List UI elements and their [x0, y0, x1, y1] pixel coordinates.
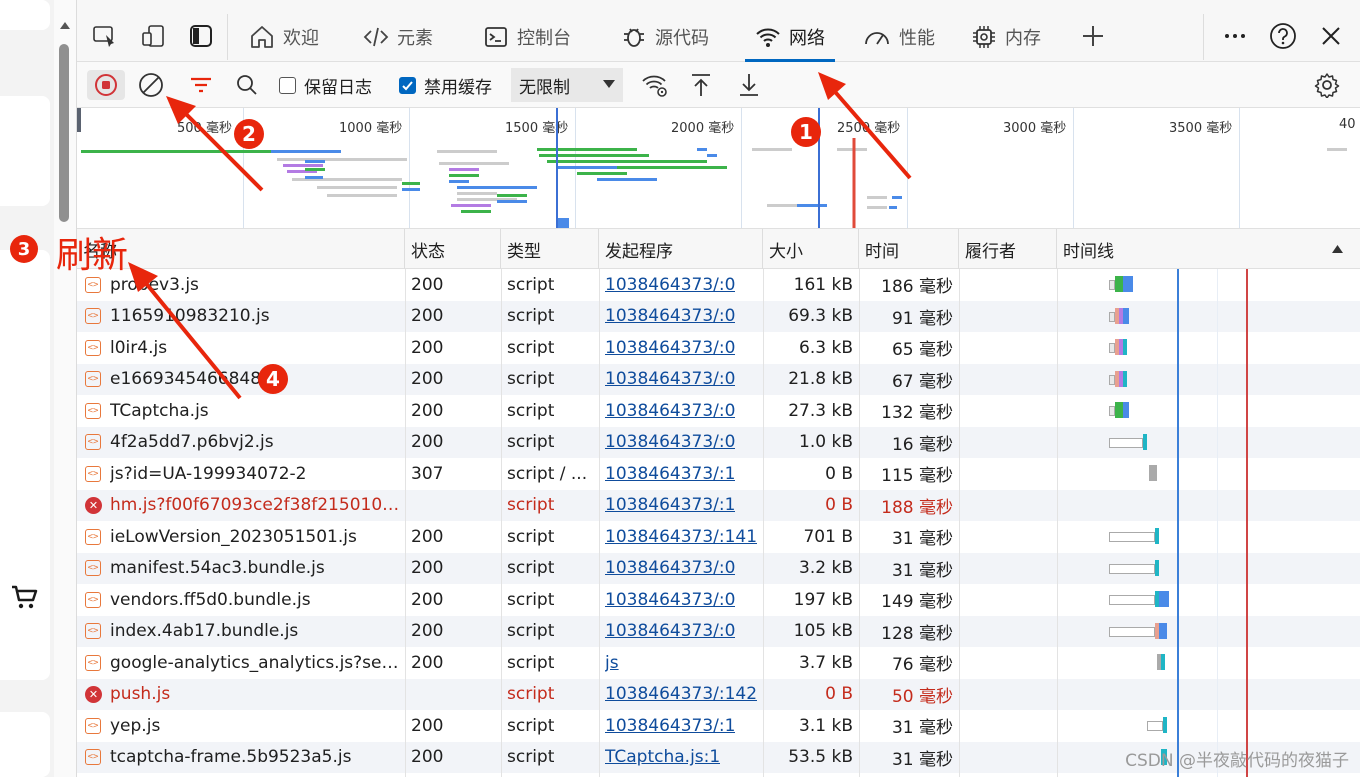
annotation-arrows: [128, 72, 912, 400]
annotation-badge-3: 3: [10, 235, 38, 263]
annotation-badge-4: 4: [258, 364, 288, 394]
annotation-refresh-label: 刷新: [56, 235, 129, 276]
annotation-badge-1: 1: [791, 117, 821, 147]
annotation-badge-2: 2: [234, 119, 264, 149]
